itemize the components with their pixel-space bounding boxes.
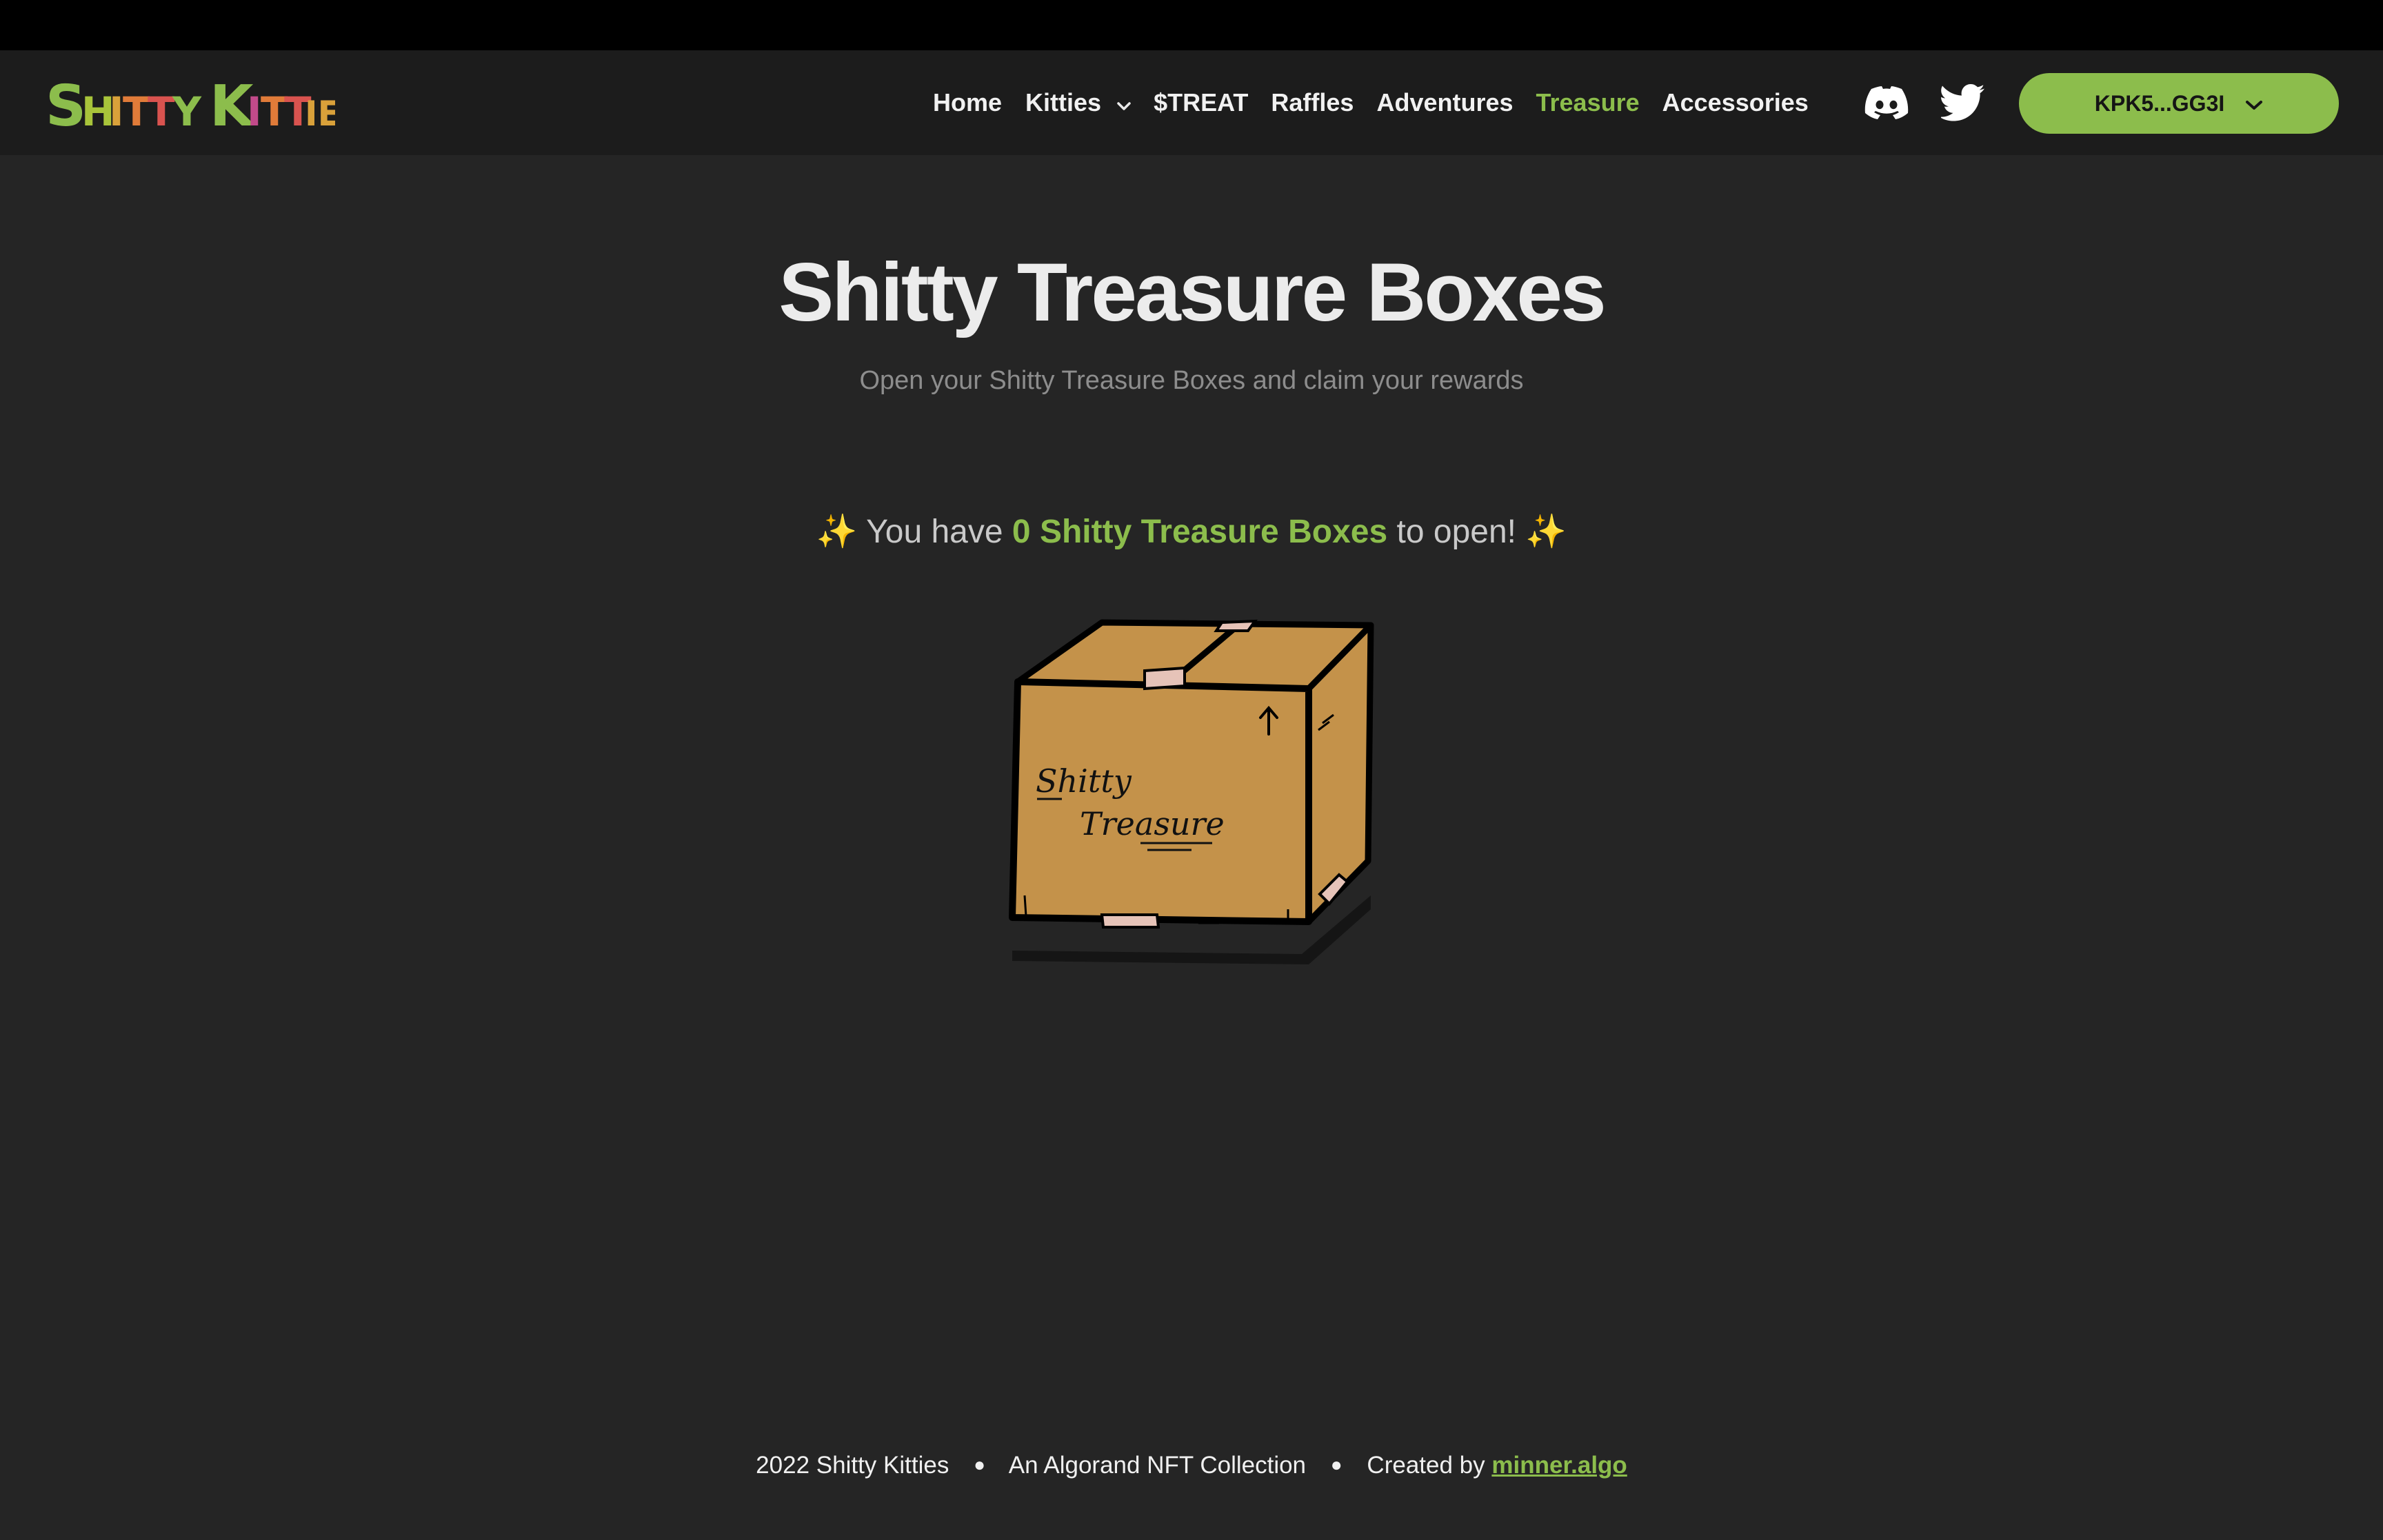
count-prefix: You have (866, 514, 1003, 550)
nav-home[interactable]: Home (933, 88, 1002, 117)
navbar: S H I T T Y K I T T IES Home Kitties $TR… (0, 50, 2383, 155)
nav-kitties-label: Kitties (1025, 88, 1102, 116)
footer-copyright: 2022 Shitty Kitties (756, 1452, 949, 1479)
chevron-down-icon (1116, 88, 1132, 117)
discord-icon (1864, 86, 1909, 119)
hero: Shitty Treasure Boxes Open your Shitty T… (0, 245, 2383, 396)
discord-link[interactable] (1864, 50, 1909, 155)
nav-adventures[interactable]: Adventures (1376, 88, 1513, 117)
box-label-line2: Treasure (1080, 805, 1225, 842)
footer: 2022 Shitty Kitties ● An Algorand NFT Co… (0, 1452, 2383, 1479)
shitty-kitties-logo-icon: S H I T T Y K I T T IES (46, 76, 335, 134)
treasure-count-line: ✨ You have 0 Shitty Treasure Boxes to op… (0, 511, 2383, 551)
sparkles-icon: ✨ (816, 514, 858, 550)
wallet-address: KPK5...GG3I (2094, 90, 2225, 116)
page-title: Shitty Treasure Boxes (778, 246, 1607, 338)
site-logo[interactable]: S H I T T Y K I T T IES (46, 72, 335, 134)
main-content: Shitty Treasure Boxes Open your Shitty T… (0, 245, 2383, 964)
main-nav: Home Kitties $TREAT Raffles Adventures T… (933, 50, 1809, 155)
nav-accessories[interactable]: Accessories (1662, 88, 1809, 117)
footer-separator: ● (1330, 1454, 1343, 1475)
sparkles-icon: ✨ (1525, 514, 1567, 550)
box-label-line1: Shitty (1036, 762, 1132, 800)
count-suffix: to open! (1396, 514, 1516, 550)
svg-text:T: T (148, 88, 175, 134)
svg-text:S: S (46, 76, 86, 134)
svg-text:I: I (247, 88, 262, 134)
footer-credit-link[interactable]: minner.algo (1491, 1452, 1627, 1479)
svg-text:T: T (123, 88, 150, 134)
svg-text:IES: IES (305, 94, 335, 134)
nav-treat[interactable]: $TREAT (1154, 88, 1248, 117)
wallet-button[interactable]: KPK5...GG3I (2019, 73, 2339, 134)
page-subtitle: Open your Shitty Treasure Boxes and clai… (859, 366, 1524, 395)
footer-tagline: An Algorand NFT Collection (1008, 1452, 1307, 1479)
chevron-down-icon (2245, 91, 2263, 116)
twitter-link[interactable] (1941, 50, 1985, 155)
treasure-box-illustration: Shitty Treasure (1009, 619, 1374, 964)
nav-kitties[interactable]: Kitties (1025, 88, 1132, 117)
footer-separator: ● (974, 1454, 985, 1475)
footer-credit-prefix: Created by (1367, 1452, 1485, 1479)
twitter-icon (1941, 84, 1984, 121)
nav-treasure[interactable]: Treasure (1536, 88, 1640, 117)
svg-text:I: I (109, 88, 124, 134)
nav-raffles[interactable]: Raffles (1271, 88, 1354, 117)
top-black-strip (0, 0, 2383, 50)
treasure-box-count: 0 Shitty Treasure Boxes (1012, 514, 1388, 550)
treasure-box-image: Shitty Treasure (0, 606, 2383, 964)
svg-text:Y: Y (172, 88, 202, 134)
